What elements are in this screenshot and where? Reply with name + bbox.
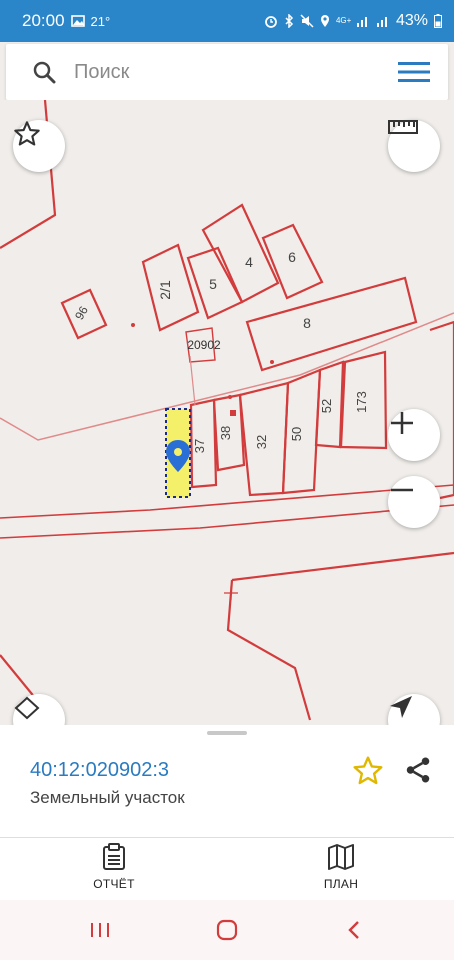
share-icon[interactable] [403, 755, 433, 785]
recent-apps-icon [91, 923, 109, 937]
zoom-in-icon [391, 412, 413, 434]
parcel-label-52: 52 [319, 399, 334, 413]
report-tab[interactable]: ОТЧЁТ [54, 843, 174, 898]
parcel-label-37: 37 [192, 439, 207, 453]
add-favorite-star-icon[interactable] [352, 755, 384, 787]
parcel-label-5: 5 [209, 276, 217, 292]
parcel-label-8: 8 [303, 315, 311, 331]
recent-apps-button[interactable] [80, 914, 120, 946]
search-bar[interactable] [6, 44, 448, 100]
android-nav-bar [0, 900, 454, 960]
boundary-line [231, 551, 454, 582]
parcel-label-96: 96 [72, 303, 91, 322]
home-icon [216, 919, 238, 941]
sheet-drag-handle[interactable] [207, 731, 247, 735]
gallery-icon [70, 15, 85, 27]
road-edge [0, 484, 454, 519]
bluetooth-icon [285, 14, 294, 28]
cadastral-number[interactable]: 40:12:020902:3 [30, 759, 169, 782]
back-icon [348, 921, 359, 939]
favorite-button[interactable] [13, 120, 65, 172]
map-canvas[interactable]: 2/1 5 4 6 8 96 37 38 32 50 52 173 20902 [0, 100, 454, 725]
parcel-label-38: 38 [218, 426, 233, 440]
favorite-star-icon [14, 121, 40, 146]
report-tab-label: ОТЧЁТ [93, 877, 135, 891]
parcel-label-50: 50 [289, 427, 304, 441]
boundary-line [226, 579, 312, 721]
layers-icon [14, 696, 40, 720]
battery-icon [434, 14, 442, 28]
plan-tab-label: ПЛАН [323, 877, 359, 891]
alarm-icon [265, 16, 277, 28]
parcel-label-2-1: 2/1 [157, 280, 173, 300]
map-marker-cross [224, 586, 238, 600]
location-pin-dot [174, 448, 182, 456]
zoom-out-button[interactable] [388, 476, 440, 528]
road-edge [0, 504, 454, 539]
zoom-out-icon [391, 488, 413, 492]
map-dot [270, 360, 274, 364]
parcel-info-sheet[interactable]: 40:12:020902:3 Земельный участок ОТЧЁТ П… [0, 725, 454, 900]
quarter-label: 20902 [187, 338, 221, 352]
signal-icon [356, 17, 367, 27]
parcel-label-4: 4 [245, 254, 253, 270]
parcel-label-173: 173 [354, 391, 369, 413]
map-dot [228, 395, 232, 399]
parcel-outline [429, 320, 454, 500]
status-time: 20:00 [22, 11, 65, 30]
signal-2-icon [376, 17, 387, 27]
cadastral-map[interactable]: 2/1 5 4 6 8 96 37 38 32 50 52 173 20902 [0, 100, 454, 725]
ruler-button[interactable] [388, 120, 440, 172]
back-button[interactable] [334, 914, 374, 946]
parcel-outline [245, 276, 418, 372]
zoom-in-button[interactable] [388, 409, 440, 461]
home-button[interactable] [207, 914, 247, 946]
parcel-label-6: 6 [288, 249, 296, 265]
mute-icon [300, 14, 314, 28]
battery-percent: 43% [395, 12, 428, 29]
map-dot [131, 323, 135, 327]
parcel-label-32: 32 [254, 435, 269, 449]
location-icon [320, 15, 329, 27]
search-icon[interactable] [32, 60, 56, 84]
hamburger-menu-icon[interactable] [398, 60, 430, 84]
search-input[interactable] [74, 60, 398, 84]
sheet-divider [0, 837, 454, 838]
boundary-line [189, 355, 196, 406]
ruler-icon [388, 120, 418, 134]
status-bar: 20:00 21° 4G+ 43% [0, 0, 454, 42]
report-clipboard-icon [103, 843, 125, 870]
plan-map-icon [328, 844, 354, 870]
parcel-type: Земельный участок [30, 788, 185, 807]
map-dot [230, 410, 236, 416]
network-type: 4G+ [335, 16, 352, 25]
plan-tab[interactable]: ПЛАН [281, 843, 401, 898]
status-temperature: 21° [90, 13, 111, 29]
locate-arrow-icon [390, 696, 412, 718]
